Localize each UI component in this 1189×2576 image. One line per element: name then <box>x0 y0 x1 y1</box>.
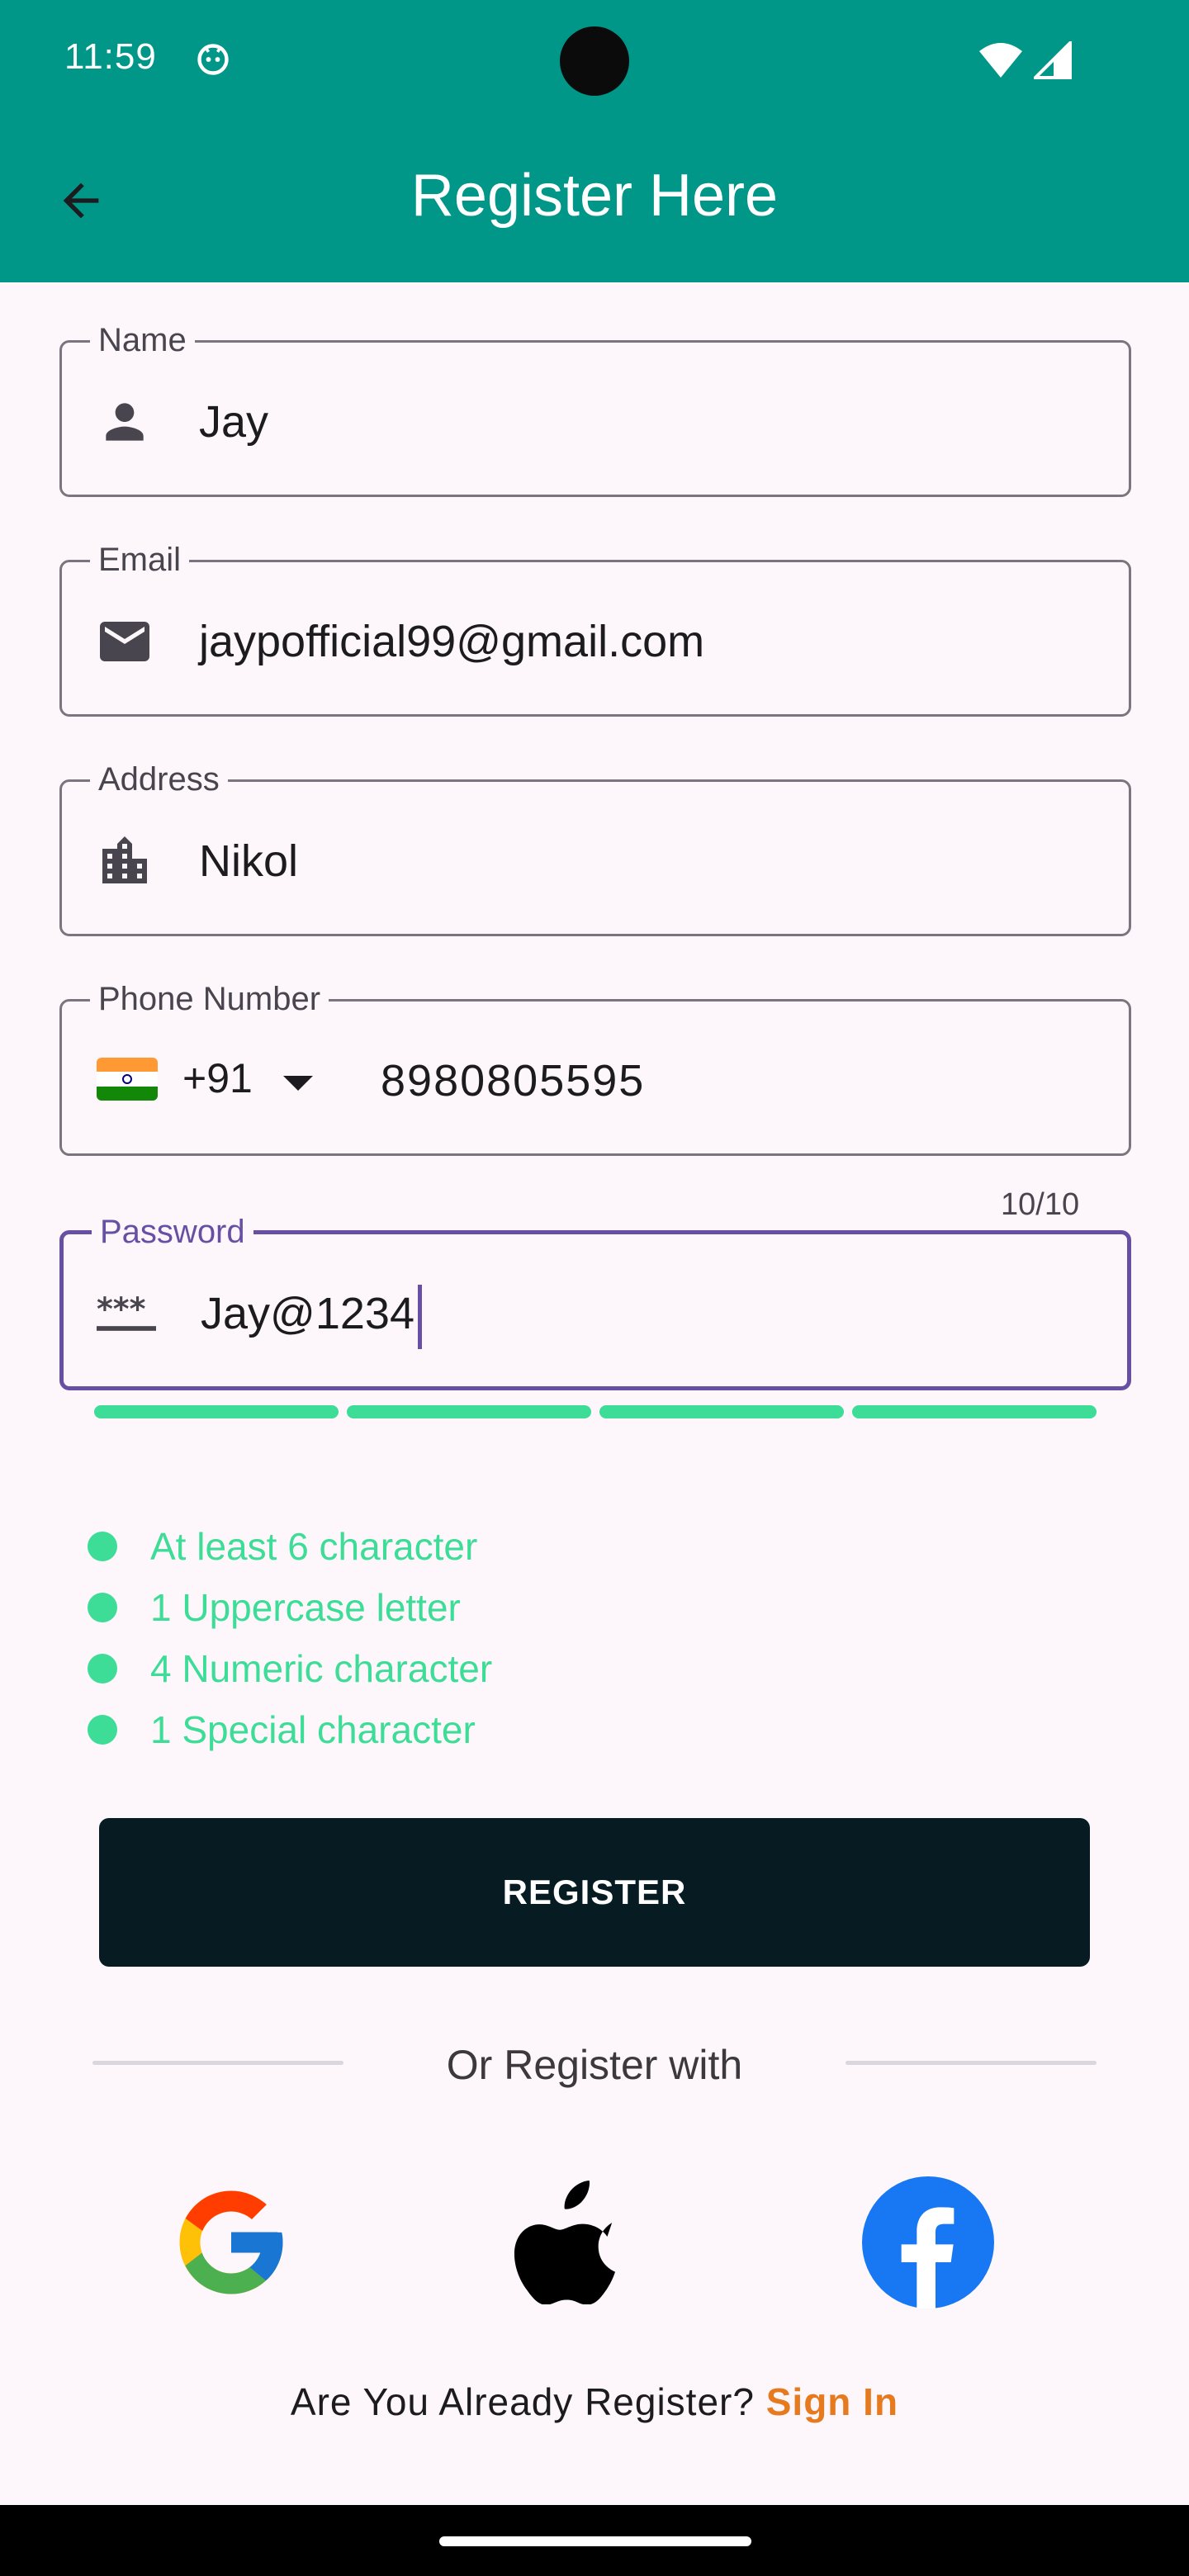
requirement-item: 1 Uppercase letter <box>88 1577 492 1638</box>
strength-bar-segment <box>599 1405 844 1418</box>
requirement-text: At least 6 character <box>150 1525 478 1568</box>
facebook-icon <box>862 2176 994 2308</box>
svg-text:***: *** <box>97 1291 146 1328</box>
location-city-icon <box>95 831 154 891</box>
requirement-item: At least 6 character <box>88 1516 492 1577</box>
home-gesture-handle[interactable] <box>439 2536 751 2546</box>
name-field[interactable]: Name Jay <box>59 320 1131 497</box>
phone-label: Phone Number <box>90 978 329 1020</box>
check-dot-icon <box>88 1654 117 1683</box>
address-field[interactable]: Address Nikol <box>59 759 1131 936</box>
address-label: Address <box>90 759 228 800</box>
check-dot-icon <box>88 1715 117 1745</box>
requirement-item: 1 Special character <box>88 1699 492 1760</box>
email-field[interactable]: Email jaypofficial99@gmail.com <box>59 539 1131 717</box>
dropdown-arrow-icon[interactable] <box>283 1076 313 1091</box>
email-label: Email <box>90 539 190 580</box>
requirement-text: 1 Uppercase letter <box>150 1586 461 1629</box>
address-value: Nikol <box>199 836 299 886</box>
camera-cutout <box>560 26 629 96</box>
signal-icon <box>1031 39 1072 79</box>
password-value: Jay@1234 <box>201 1284 422 1349</box>
name-label: Name <box>90 320 195 361</box>
name-value: Jay <box>199 397 269 447</box>
india-flag-icon[interactable] <box>97 1058 158 1101</box>
or-register-with-text: Or Register with <box>446 2042 743 2088</box>
password-counter: 10/10 <box>1001 1187 1080 1222</box>
requirement-text: 1 Special character <box>150 1708 476 1751</box>
android-notification-icon <box>195 41 231 78</box>
signin-row: Are You Already Register? Sign In <box>0 2379 1189 2424</box>
status-time: 11:59 <box>64 36 157 77</box>
phone-field[interactable]: Phone Number +91 8980805595 <box>59 978 1131 1156</box>
phone-value: 8980805595 <box>381 1056 646 1106</box>
text-caret <box>417 1284 422 1349</box>
requirement-text: 4 Numeric character <box>150 1647 493 1690</box>
password-label: Password <box>92 1211 253 1252</box>
check-dot-icon <box>88 1593 117 1622</box>
password-requirements: At least 6 character 1 Uppercase letter … <box>88 1516 492 1760</box>
password-icon: *** <box>97 1284 156 1343</box>
strength-bar-segment <box>852 1405 1097 1418</box>
check-dot-icon <box>88 1532 117 1561</box>
apple-button[interactable] <box>499 2176 631 2308</box>
signin-prompt: Are You Already Register? <box>290 2380 755 2423</box>
email-icon <box>95 612 154 671</box>
page-title: Register Here <box>410 163 779 229</box>
facebook-button[interactable] <box>862 2176 994 2308</box>
register-button[interactable]: REGISTER <box>99 1818 1090 1967</box>
email-value: jaypofficial99@gmail.com <box>199 617 705 666</box>
wifi-icon <box>978 41 1024 79</box>
google-icon <box>179 2190 283 2294</box>
divider-right <box>846 2061 1097 2065</box>
requirement-item: 4 Numeric character <box>88 1638 492 1699</box>
country-code[interactable]: +91 <box>182 1054 253 1102</box>
strength-bar-segment <box>94 1405 339 1418</box>
signin-link[interactable]: Sign In <box>766 2380 898 2423</box>
apple-icon <box>514 2181 616 2304</box>
password-field[interactable]: Password *** Jay@1234 <box>59 1211 1131 1390</box>
google-button[interactable] <box>165 2176 297 2308</box>
strength-bar-segment <box>347 1405 591 1418</box>
person-icon <box>95 392 154 452</box>
